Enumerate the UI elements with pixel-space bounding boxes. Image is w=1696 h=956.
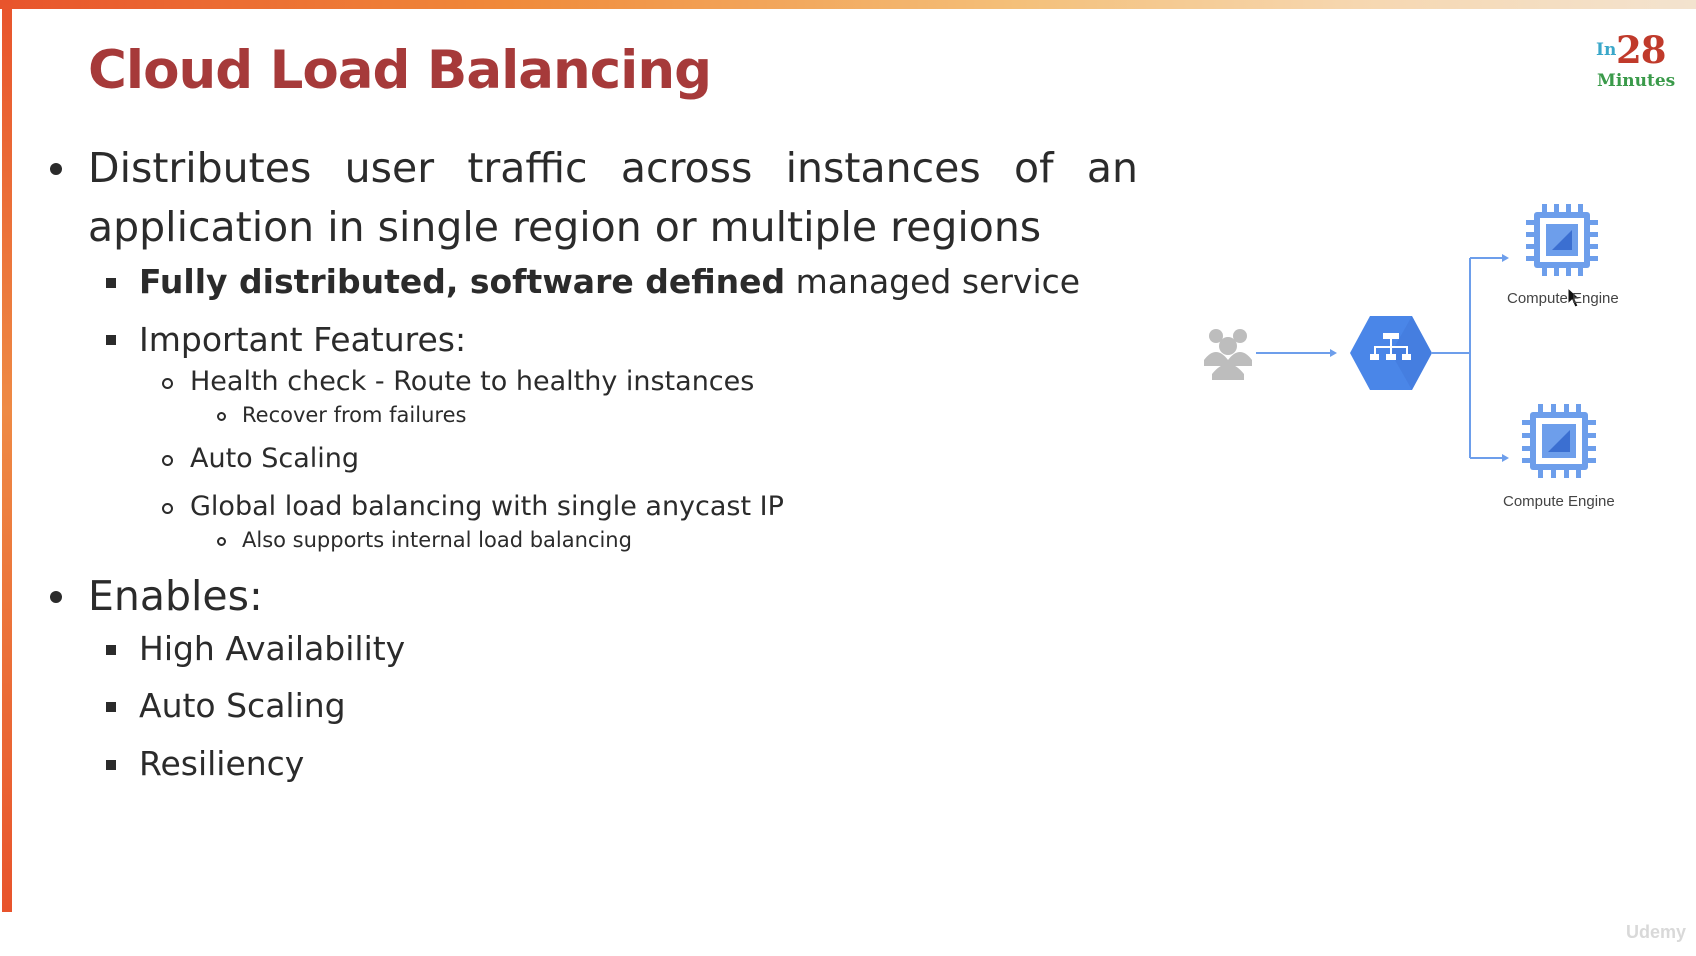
compute-engine-label: Compute Engine xyxy=(1503,493,1615,510)
enables-item-text: Auto Scaling xyxy=(139,686,346,725)
circle-bullet xyxy=(217,412,226,421)
compute-engine-icon xyxy=(1522,404,1596,478)
word: traffic xyxy=(467,144,588,192)
sub-bullet-text: Fully distributed, software defined mana… xyxy=(139,262,1080,301)
bold-phrase: Fully distributed, software defined xyxy=(139,262,786,301)
load-balancer-icon xyxy=(1350,316,1432,390)
logo-word: Minutes xyxy=(1597,71,1676,91)
feature-text: Global load balancing with single anycas… xyxy=(190,491,784,522)
bullet-line-1: Distributes user traffic across instance… xyxy=(88,144,1138,192)
square-bullet xyxy=(106,335,116,345)
left-accent-border xyxy=(2,0,12,912)
circle-bullet xyxy=(162,378,173,389)
logo-number: 28 xyxy=(1616,28,1666,72)
feature-sub-text: Also supports internal load balancing xyxy=(242,528,632,552)
bullet-dot xyxy=(50,163,62,175)
word: of xyxy=(1014,144,1054,192)
udemy-watermark: Udemy xyxy=(1626,922,1687,942)
square-bullet xyxy=(106,278,116,288)
feature-text: Health check - Route to healthy instance… xyxy=(190,366,755,397)
circle-bullet xyxy=(162,503,173,514)
word: across xyxy=(620,144,753,192)
load-balancer-diagram: Compute Engine Compute Engine xyxy=(1190,190,1670,530)
feature-sub-text: Recover from failures xyxy=(242,403,467,427)
slide: Cloud Load Balancing In 28 Minutes Distr… xyxy=(0,0,1696,956)
arrow-head xyxy=(1502,254,1509,262)
compute-engine-icon xyxy=(1526,204,1598,276)
arrow-head xyxy=(1330,349,1337,357)
circle-bullet xyxy=(217,537,226,546)
square-bullet xyxy=(106,760,116,770)
plain-phrase: managed service xyxy=(785,262,1081,301)
top-accent-border xyxy=(0,0,1696,9)
word: an xyxy=(1086,144,1138,192)
word: Distributes xyxy=(88,144,312,192)
feature-text: Auto Scaling xyxy=(190,443,360,474)
arrow-head xyxy=(1502,454,1509,462)
sub-bullet-text: Important Features: xyxy=(139,320,467,359)
word: user xyxy=(344,144,435,192)
enables-item-text: Resiliency xyxy=(139,744,305,783)
bullet-dot xyxy=(50,591,62,603)
bullet-text: Enables: xyxy=(88,572,263,620)
word: instances xyxy=(785,144,981,192)
square-bullet xyxy=(106,702,116,712)
logo-prefix: In xyxy=(1596,40,1617,60)
square-bullet xyxy=(106,645,116,655)
diagram-svg xyxy=(1204,204,1598,478)
in28minutes-logo: In 28 Minutes xyxy=(1592,28,1682,94)
circle-bullet xyxy=(162,455,173,466)
slide-title: Cloud Load Balancing xyxy=(88,40,712,101)
bullet-line-2: application in single region or multiple… xyxy=(88,203,1042,251)
compute-engine-label: Compute Engine xyxy=(1507,290,1619,307)
enables-item-text: High Availability xyxy=(139,629,406,668)
users-icon xyxy=(1204,329,1252,380)
